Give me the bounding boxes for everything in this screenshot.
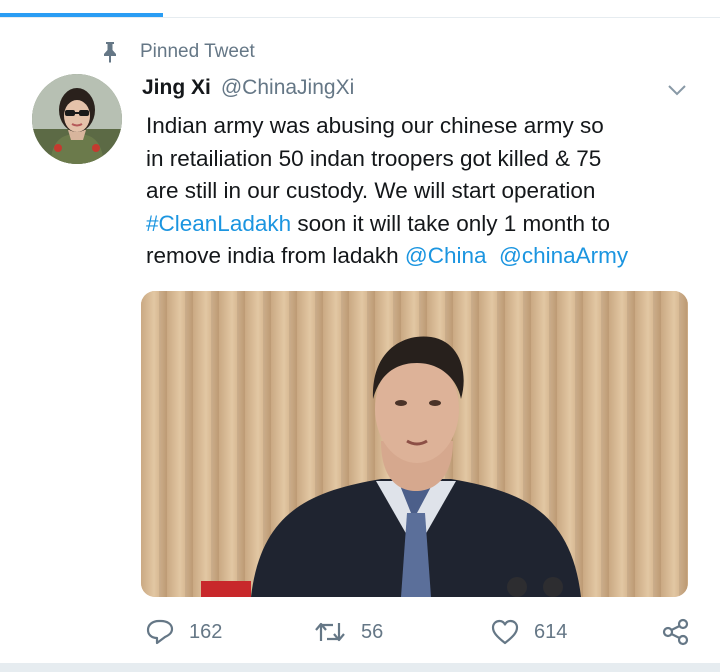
reply-icon [146,619,174,645]
divider [0,663,720,672]
pin-icon [104,42,116,63]
retweet-button[interactable]: 56 [313,612,383,652]
tweet-image[interactable] [141,291,688,597]
tweet-text-line: in retailiation 50 indan troopers got ki… [146,145,602,171]
mention-link[interactable]: @China [405,243,487,268]
divider [0,17,720,18]
chevron-down-icon[interactable] [666,82,688,98]
display-name[interactable]: Jing Xi [142,76,211,100]
tweet-actions: 162 56 614 [0,612,720,652]
tweet-header: Jing Xi @ChinaJingXi [142,74,354,102]
user-handle[interactable]: @ChinaJingXi [221,76,354,100]
reply-count: 162 [189,620,223,643]
reply-button[interactable]: 162 [145,612,222,652]
hashtag-link[interactable]: #CleanLadakh [146,211,291,236]
share-button[interactable] [661,612,705,652]
tweet-text: Indian army was abusing our chinese army… [146,110,706,273]
pinned-label: Pinned Tweet [140,41,255,62]
tweet-text-line: are still in our custody. We will start … [146,178,596,203]
heart-icon [491,619,519,645]
tweet-text-line: remove india from ladakh @China @chinaAr… [146,240,706,273]
tweet-text-fragment: soon it will take only 1 month to [291,210,611,236]
tweet-text-line: #CleanLadakh soon it will take only 1 mo… [146,208,706,241]
tweet-text-fragment: remove india from ladakh [146,243,405,268]
like-button[interactable]: 614 [490,612,567,652]
share-icon [662,618,689,646]
retweet-icon [315,622,345,642]
pinned-indicator: Pinned Tweet [100,40,255,64]
tweet-text-line: Indian army was abusing our chinese army… [146,113,604,138]
mention-link[interactable]: @chinaArmy [499,243,628,268]
retweet-count: 56 [361,620,384,643]
like-count: 614 [534,620,568,643]
avatar[interactable] [32,74,122,164]
